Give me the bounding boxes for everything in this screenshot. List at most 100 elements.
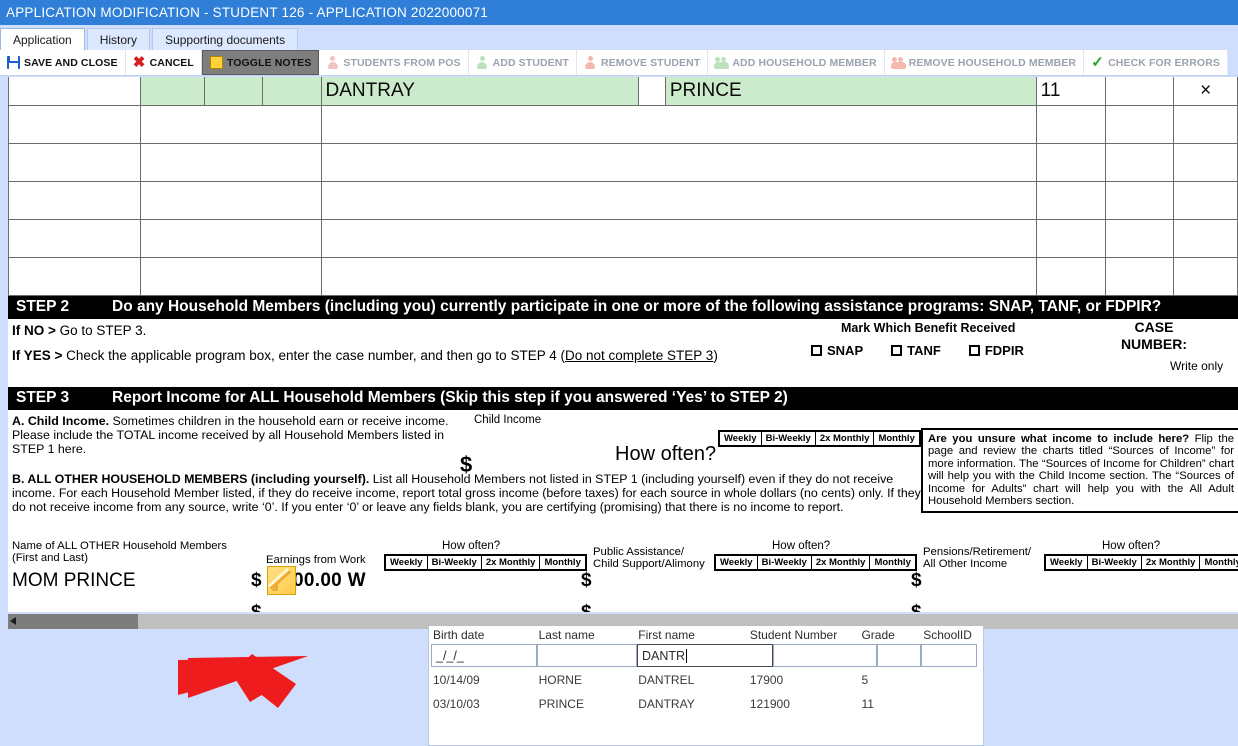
remove-household-member-label: REMOVE HOUSEHOLD MEMBER: [908, 56, 1077, 69]
row5-grade[interactable]: [1035, 218, 1106, 258]
pa-freq-weekly[interactable]: Weekly: [716, 556, 757, 569]
grade-filter-input[interactable]: [877, 644, 921, 667]
birth-date-filter-input[interactable]: _/_/_: [431, 644, 537, 667]
earnings-how-often-label: How often?: [442, 539, 501, 552]
row1-delete-icon[interactable]: ×: [1173, 77, 1238, 106]
result-birth-date: 03/10/03: [433, 697, 480, 711]
fdpir-checkbox-box[interactable]: [968, 344, 980, 356]
row4-grade[interactable]: [1035, 180, 1106, 220]
row6-delete-icon[interactable]: [1173, 256, 1238, 296]
row6-first-name[interactable]: [320, 256, 1037, 296]
section-a-title: A. Child Income.: [12, 413, 110, 428]
application-form-scroll-area[interactable]: DANTRAY PRINCE 11 × STEP 2 Do any Househ…: [8, 77, 1238, 612]
check-for-errors-button[interactable]: ✓ CHECK FOR ERRORS: [1084, 50, 1228, 75]
row5-delete-icon[interactable]: [1173, 218, 1238, 258]
note-icon[interactable]: [267, 565, 296, 595]
first-name-filter-input[interactable]: DANTR: [637, 644, 773, 667]
list-item[interactable]: 03/10/03 PRINCE DANTRAY 121900 11: [429, 692, 983, 716]
freq-monthly[interactable]: Monthly: [873, 431, 918, 445]
add-student-button[interactable]: ADD STUDENT: [468, 50, 577, 75]
table-row[interactable]: [8, 218, 1238, 258]
table-row[interactable]: [8, 180, 1238, 220]
row2-cell-a[interactable]: [140, 104, 322, 144]
earnings-amount-row1[interactable]: 00.00 W: [293, 570, 366, 592]
row3-delete-icon[interactable]: [1173, 142, 1238, 182]
step2-label: STEP 2: [16, 297, 70, 315]
tab-history[interactable]: History: [86, 28, 151, 50]
note-icon: [209, 56, 223, 69]
row4-delete-icon[interactable]: [1173, 180, 1238, 220]
search-results-header: Birth date Last name First name Student …: [429, 626, 983, 643]
row1-cell-a[interactable]: [140, 77, 205, 106]
pen-freq-biweekly[interactable]: Bi-Weekly: [1086, 555, 1141, 569]
pen-freq-weekly[interactable]: Weekly: [1046, 556, 1087, 569]
tab-supporting-documents[interactable]: Supporting documents: [152, 28, 299, 50]
tanf-checkbox-box[interactable]: [891, 344, 903, 356]
pa-freq-monthly[interactable]: Monthly: [869, 555, 914, 569]
row3-cell-a[interactable]: [140, 142, 322, 182]
tanf-checkbox[interactable]: TANF: [891, 343, 941, 358]
freq-weekly[interactable]: Weekly: [720, 432, 761, 445]
earnings-freq-monthly[interactable]: Monthly: [539, 555, 584, 569]
earnings-freq-2x-monthly[interactable]: 2x Monthly: [480, 555, 540, 569]
pa-freq-biweekly[interactable]: Bi-Weekly: [756, 555, 811, 569]
row5-first-name[interactable]: [320, 218, 1037, 258]
result-student-number: 121900: [749, 697, 790, 711]
table-row[interactable]: [8, 142, 1238, 182]
table-row[interactable]: DANTRAY PRINCE 11 ×: [8, 77, 1238, 106]
snap-checkbox-box[interactable]: [811, 344, 822, 356]
row1-cell-c[interactable]: [262, 77, 322, 106]
table-row[interactable]: [8, 256, 1238, 296]
step3-question: Report Income for ALL Household Members …: [112, 388, 788, 406]
row1-cell-b[interactable]: [203, 77, 264, 106]
save-icon: [7, 56, 20, 69]
freq-biweekly[interactable]: Bi-Weekly: [760, 431, 815, 445]
income-help-infobox: Are you unsure what income to include he…: [921, 427, 1238, 514]
earnings-freq-biweekly[interactable]: Bi-Weekly: [426, 555, 481, 569]
fdpir-checkbox[interactable]: FDPIR: [968, 343, 1024, 358]
remove-student-button[interactable]: REMOVE STUDENT: [576, 50, 709, 75]
scroll-left-arrow-icon[interactable]: [10, 617, 16, 625]
row2-first-name[interactable]: [320, 104, 1037, 144]
remove-household-member-button[interactable]: REMOVE HOUSEHOLD MEMBER: [884, 50, 1085, 75]
step3-label: STEP 3: [16, 388, 70, 406]
tanf-label: TANF: [907, 342, 941, 358]
student-number-filter-input[interactable]: [773, 644, 877, 667]
row1-cell-gap: [638, 77, 666, 106]
write-only-note: Write only: [1170, 358, 1224, 373]
row3-grade[interactable]: [1035, 142, 1106, 182]
row2-grade[interactable]: [1035, 104, 1106, 144]
school-id-filter-input[interactable]: [921, 644, 977, 667]
cancel-button[interactable]: ✖ CANCEL: [125, 50, 202, 75]
list-item[interactable]: 10/14/09 HORNE DANTREL 17900 5: [429, 668, 983, 692]
save-and-close-button[interactable]: SAVE AND CLOSE: [0, 50, 126, 75]
toggle-notes-button[interactable]: TOGGLE NOTES: [201, 50, 320, 75]
row3-first-name[interactable]: [320, 142, 1037, 182]
students-from-pos-button[interactable]: STUDENTS FROM POS: [319, 50, 469, 75]
column-header-grade: Grade: [861, 628, 895, 642]
row4-cell-a[interactable]: [140, 180, 322, 220]
earnings-freq-weekly[interactable]: Weekly: [386, 556, 427, 569]
public-assistance-dollar-sign-row1: $: [581, 569, 592, 591]
table-row[interactable]: [8, 104, 1238, 144]
row1-grade[interactable]: 11: [1035, 77, 1106, 106]
pa-freq-2x-monthly[interactable]: 2x Monthly: [810, 555, 870, 569]
row1-first-name[interactable]: DANTRAY: [320, 77, 640, 106]
pen-freq-monthly[interactable]: Monthly: [1199, 555, 1238, 569]
pen-freq-2x-monthly[interactable]: 2x Monthly: [1140, 555, 1200, 569]
result-first-name: DANTRAY: [638, 697, 695, 711]
tab-application[interactable]: Application: [0, 28, 85, 50]
last-name-filter-input[interactable]: [537, 644, 637, 667]
row6-grade[interactable]: [1035, 256, 1106, 296]
freq-2x-monthly[interactable]: 2x Monthly: [814, 431, 874, 445]
toggle-notes-label: TOGGLE NOTES: [226, 56, 312, 69]
row5-cell-a[interactable]: [140, 218, 322, 258]
scrollbar-thumb[interactable]: [8, 614, 138, 629]
household-member-name[interactable]: MOM PRINCE: [12, 570, 136, 592]
add-household-member-button[interactable]: ADD HOUSEHOLD MEMBER: [708, 50, 885, 75]
snap-checkbox[interactable]: SNAP: [811, 343, 863, 358]
row2-delete-icon[interactable]: [1173, 104, 1238, 144]
row6-cell-a[interactable]: [140, 256, 322, 296]
row1-last-name[interactable]: PRINCE: [664, 77, 1037, 106]
row4-first-name[interactable]: [320, 180, 1037, 220]
